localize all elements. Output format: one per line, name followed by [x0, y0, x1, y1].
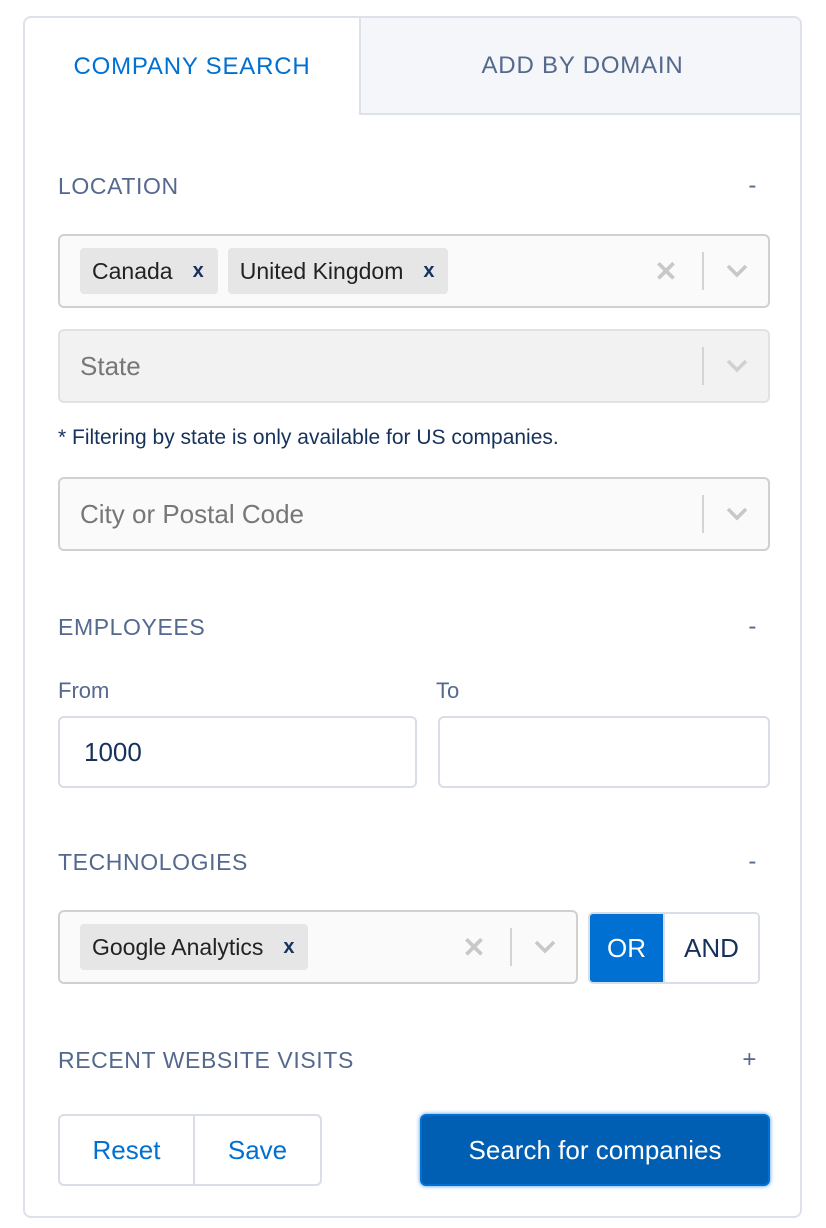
technologies-collapse-toggle[interactable]: - — [748, 848, 757, 876]
tab-bar: COMPANY SEARCH ADD BY DOMAIN — [25, 18, 800, 115]
tab-company-search[interactable]: COMPANY SEARCH — [25, 18, 359, 115]
location-section-header: LOCATION - — [58, 172, 757, 200]
clear-all-icon[interactable]: ✕ — [646, 255, 686, 288]
tab-add-by-domain[interactable]: ADD BY DOMAIN — [359, 18, 800, 115]
location-heading: LOCATION — [58, 172, 179, 199]
country-select[interactable]: Canada x United Kingdom x ✕ — [58, 234, 770, 308]
recent-visits-section-header: RECENT WEBSITE VISITS + — [58, 1046, 757, 1074]
chevron-down-icon[interactable] — [718, 507, 756, 521]
employees-heading: EMPLOYEES — [58, 613, 206, 640]
chevron-down-icon[interactable] — [526, 940, 564, 954]
chip-label: United Kingdom — [239, 257, 404, 284]
country-chips: Canada x United Kingdom x — [60, 248, 646, 294]
technologies-select[interactable]: Google Analytics x ✕ — [58, 910, 578, 984]
technology-chips: Google Analytics x — [60, 924, 454, 970]
employees-section-header: EMPLOYEES - — [58, 613, 757, 641]
reset-button[interactable]: Reset — [60, 1116, 195, 1184]
remove-chip-icon[interactable]: x — [423, 260, 434, 283]
chevron-down-icon[interactable] — [718, 359, 756, 373]
select-divider — [702, 252, 704, 290]
clear-all-icon[interactable]: ✕ — [454, 931, 494, 964]
country-chip-canada: Canada x — [80, 248, 218, 294]
state-placeholder: State — [80, 350, 141, 381]
employees-from-input[interactable]: 1000 — [58, 716, 417, 788]
search-companies-button[interactable]: Search for companies — [420, 1114, 770, 1186]
operator-and-button[interactable]: AND — [663, 914, 758, 982]
city-placeholder: City or Postal Code — [80, 498, 304, 529]
chevron-down-icon[interactable] — [718, 264, 756, 278]
select-divider — [510, 928, 512, 966]
remove-chip-icon[interactable]: x — [193, 260, 204, 283]
country-chip-united-kingdom: United Kingdom x — [227, 248, 449, 294]
company-search-panel: COMPANY SEARCH ADD BY DOMAIN LOCATION - … — [23, 16, 802, 1218]
chip-label: Canada — [92, 257, 173, 284]
state-select[interactable]: State — [58, 329, 770, 403]
employees-to-input[interactable] — [438, 716, 770, 788]
technologies-heading: TECHNOLOGIES — [58, 848, 248, 875]
state-filter-note: * Filtering by state is only available f… — [58, 426, 559, 449]
save-button[interactable]: Save — [195, 1116, 320, 1184]
chip-label: Google Analytics — [92, 933, 264, 960]
reset-save-group: Reset Save — [58, 1114, 322, 1186]
technology-chip-google-analytics: Google Analytics x — [80, 924, 309, 970]
select-divider — [702, 347, 704, 385]
city-postal-select[interactable]: City or Postal Code — [58, 477, 770, 551]
operator-or-button[interactable]: OR — [590, 914, 663, 982]
technologies-section-header: TECHNOLOGIES - — [58, 848, 757, 876]
location-collapse-toggle[interactable]: - — [748, 172, 757, 200]
select-divider — [702, 495, 704, 533]
recent-visits-heading: RECENT WEBSITE VISITS — [58, 1046, 354, 1073]
remove-chip-icon[interactable]: x — [283, 936, 294, 959]
to-label: To — [436, 678, 460, 703]
recent-visits-expand-toggle[interactable]: + — [742, 1046, 757, 1074]
from-label: From — [58, 678, 110, 703]
operator-toggle: OR AND — [588, 912, 760, 984]
employees-collapse-toggle[interactable]: - — [748, 613, 757, 641]
